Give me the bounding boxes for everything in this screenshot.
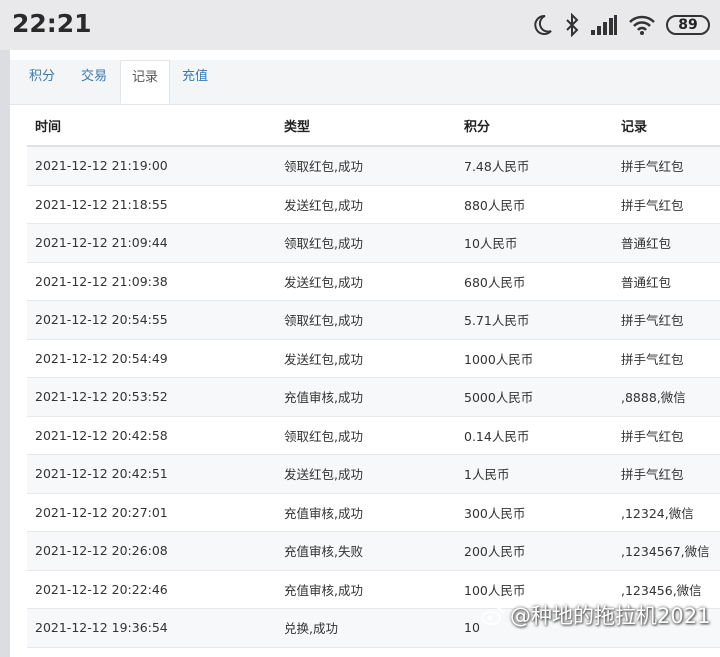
cell-points: 5000人民币 <box>464 390 534 406</box>
column-header-time: 时间 <box>35 119 62 135</box>
table-row: 2021-12-12 21:19:00 领取红包,成功 7.48人民币 拼手气红… <box>27 147 720 186</box>
cell-time: 2021-12-12 21:19:00 <box>35 158 168 174</box>
table-row: 2021-12-12 20:26:08 充值审核,失败 200人民币 ,1234… <box>27 532 720 571</box>
cell-points: 7.48人民币 <box>464 159 530 175</box>
cell-time: 2021-12-12 20:22:46 <box>35 581 168 597</box>
table-row: 2021-12-12 21:09:38 发送红包,成功 680人民币 普通红包 <box>27 262 720 301</box>
cell-points: 10 <box>464 620 480 636</box>
cell-time: 2021-12-12 20:53:52 <box>35 389 168 405</box>
cell-type: 发送红包,成功 <box>284 197 363 213</box>
cell-type: 充值审核,成功 <box>284 505 363 521</box>
cell-time: 2021-12-12 20:42:51 <box>35 466 168 482</box>
cell-type: 充值审核,成功 <box>284 582 363 598</box>
column-header-type: 类型 <box>284 119 311 135</box>
left-margin <box>0 50 10 657</box>
cell-time: 2021-12-12 21:09:38 <box>35 273 168 289</box>
cell-points: 5.71人民币 <box>464 313 530 329</box>
cell-points: 200人民币 <box>464 544 526 560</box>
cell-time: 2021-12-12 21:09:44 <box>35 235 168 251</box>
cell-time: 2021-12-12 21:18:55 <box>35 196 168 212</box>
moon-icon <box>534 14 552 35</box>
watermark: @种地的拖拉机2021 <box>480 600 710 630</box>
table-row: 2021-12-12 20:54:49 发送红包,成功 1000人民币 拼手气红… <box>27 339 720 378</box>
table-row: 2021-12-12 20:42:51 发送红包,成功 1人民币 拼手气红包 <box>27 455 720 494</box>
cell-record: 拼手气红包 <box>621 351 684 367</box>
signal-icon <box>591 15 617 35</box>
cell-time: 2021-12-12 20:54:55 <box>35 312 168 328</box>
cell-type: 发送红包,成功 <box>284 467 363 483</box>
tab-points[interactable]: 积分 <box>20 60 64 104</box>
cell-points: 300人民币 <box>464 505 526 521</box>
cell-time: 2021-12-12 20:42:58 <box>35 427 168 443</box>
cell-type: 领取红包,成功 <box>284 428 363 444</box>
table-row: 2021-12-12 20:53:52 充值审核,成功 5000人民币 ,888… <box>27 378 720 417</box>
cell-record: 拼手气红包 <box>621 159 684 175</box>
table-row: 2021-12-12 21:09:44 领取红包,成功 10人民币 普通红包 <box>27 224 720 263</box>
wifi-icon <box>629 15 655 35</box>
table-header: 时间 类型 积分 记录 <box>27 105 720 147</box>
cell-points: 10人民币 <box>464 236 518 252</box>
cell-record: 拼手气红包 <box>621 467 684 483</box>
cell-time: 2021-12-12 20:26:08 <box>35 543 168 559</box>
cell-time: 2021-12-12 20:54:49 <box>35 350 168 366</box>
cell-record: ,8888,微信 <box>621 390 686 406</box>
weibo-logo-icon <box>481 607 504 625</box>
cell-record: 拼手气红包 <box>621 428 684 444</box>
cell-time: 2021-12-12 19:36:54 <box>35 620 168 636</box>
table-row: 2021-12-12 20:27:01 充值审核,成功 300人民币 ,1232… <box>27 493 720 532</box>
cell-type: 领取红包,成功 <box>284 159 363 175</box>
watermark-text: @种地的拖拉机2021 <box>510 604 711 628</box>
table-row: 2021-12-12 21:18:55 发送红包,成功 880人民币 拼手气红包 <box>27 185 720 224</box>
battery-icon: 89 <box>666 15 710 35</box>
column-header-record: 记录 <box>621 119 648 135</box>
cell-record: 普通红包 <box>621 274 672 290</box>
status-icons: 89 <box>530 12 710 38</box>
records-panel: 积分 交易 记录 充值 时间 类型 积分 记录 2021-12-12 21:19… <box>10 50 720 657</box>
cell-points: 1000人民币 <box>464 351 534 367</box>
cell-type: 发送红包,成功 <box>284 351 363 367</box>
cell-record: ,1234567,微信 <box>621 544 710 560</box>
table-row: 2021-12-12 20:54:55 领取红包,成功 5.71人民币 拼手气红… <box>27 301 720 340</box>
column-header-points: 积分 <box>464 119 491 135</box>
table-row: 2021-12-12 20:42:58 领取红包,成功 0.14人民币 拼手气红… <box>27 416 720 455</box>
tab-records[interactable]: 记录 <box>120 60 170 104</box>
cell-record: 拼手气红包 <box>621 197 684 213</box>
cell-points: 0.14人民币 <box>464 428 530 444</box>
bluetooth-icon <box>566 13 579 37</box>
cell-points: 1人民币 <box>464 467 510 483</box>
cell-points: 880人民币 <box>464 197 526 213</box>
cell-time: 2021-12-12 20:27:01 <box>35 504 168 520</box>
cell-type: 充值审核,成功 <box>284 390 363 406</box>
tab-bar: 积分 交易 记录 充值 <box>10 60 720 105</box>
status-bar: 22:21 89 <box>0 0 720 50</box>
cell-points: 680人民币 <box>464 274 526 290</box>
status-time: 22:21 <box>12 9 92 38</box>
cell-record: 拼手气红包 <box>621 313 684 329</box>
cell-record: 普通红包 <box>621 236 672 252</box>
tab-recharge[interactable]: 充值 <box>173 60 217 104</box>
cell-type: 领取红包,成功 <box>284 236 363 252</box>
cell-type: 发送红包,成功 <box>284 274 363 290</box>
cell-record: ,12324,微信 <box>621 505 694 521</box>
cell-type: 兑换,成功 <box>284 621 338 637</box>
cell-type: 充值审核,失败 <box>284 544 363 560</box>
records-table: 时间 类型 积分 记录 2021-12-12 21:19:00 领取红包,成功 … <box>27 105 720 648</box>
tab-transactions[interactable]: 交易 <box>70 60 118 104</box>
cell-type: 领取红包,成功 <box>284 313 363 329</box>
